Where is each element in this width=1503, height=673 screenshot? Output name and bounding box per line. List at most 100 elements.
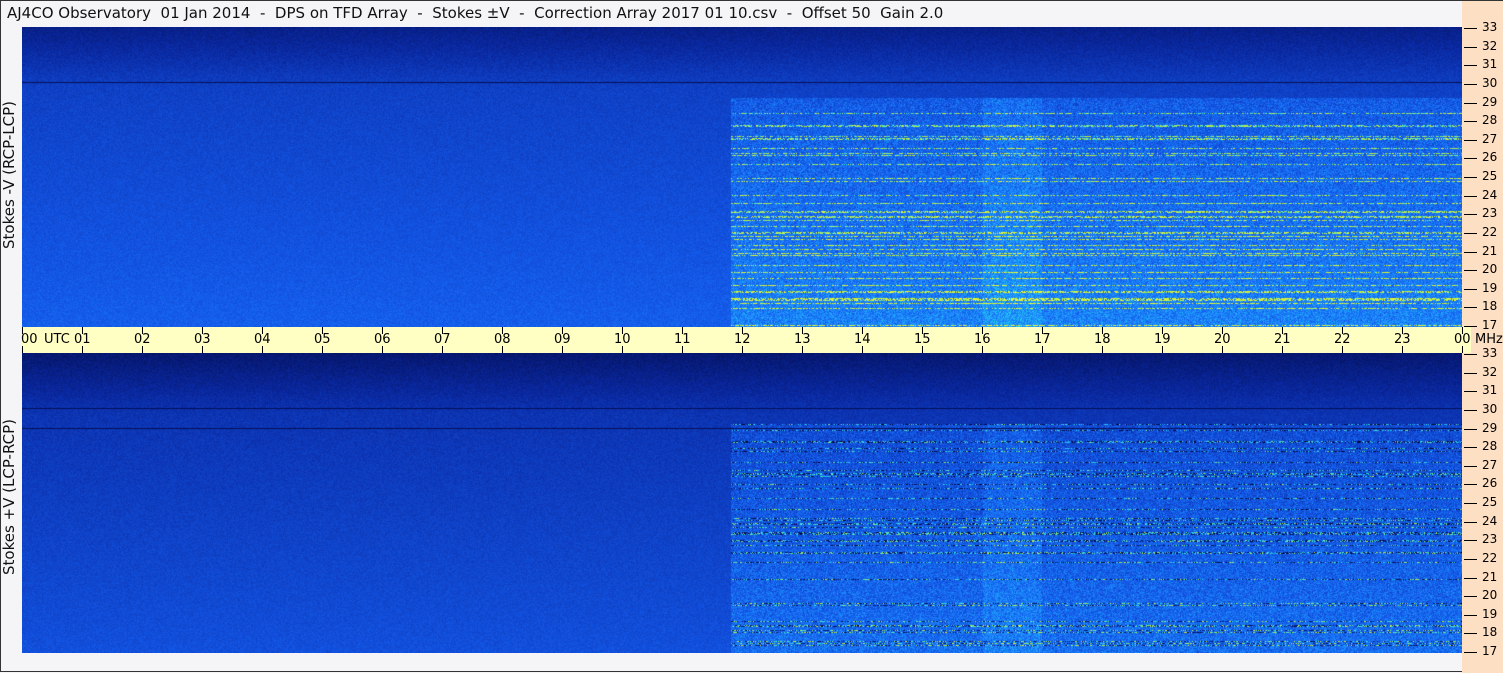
freq-tick-label: 30 (1482, 75, 1498, 90)
time-tick-label: 22 (1334, 332, 1351, 347)
freq-tick-label: 19 (1482, 280, 1498, 295)
time-tick-mark (502, 346, 503, 353)
time-tick-label: 16 (974, 332, 991, 347)
freq-tick-mark (1464, 251, 1477, 253)
freq-tick-mark (1464, 447, 1477, 449)
freq-tick-label: 25 (1482, 169, 1498, 183)
time-tick-mark (1282, 346, 1283, 353)
freq-tick-mark (1464, 232, 1477, 234)
time-tick-mark (862, 346, 863, 353)
freq-tick-mark (1464, 484, 1477, 486)
freq-tick-mark (1464, 288, 1477, 290)
freq-tick-label: 33 (1482, 346, 1498, 360)
panel-2-label: Stokes +V (LCP-RCP) (0, 419, 18, 575)
time-tick-label: 21 (1274, 332, 1291, 347)
time-tick-label: 14 (854, 332, 871, 347)
time-tick-label: 18 (1094, 332, 1111, 347)
time-tick-label: 08 (494, 332, 511, 347)
freq-tick-label: 22 (1482, 550, 1498, 565)
time-tick-mark (22, 346, 23, 353)
spectrogram-canvas-1 (22, 27, 1462, 327)
time-tick-mark (1222, 346, 1223, 353)
freq-tick-mark (1464, 428, 1477, 430)
freq-tick-mark (1464, 158, 1477, 160)
freq-tick-mark (1464, 558, 1477, 560)
spectrogram-stokes-plus-v (22, 353, 1462, 653)
time-tick-label: 17 (1034, 332, 1051, 347)
freq-tick-label: 20 (1482, 588, 1498, 603)
freq-tick-mark (1464, 503, 1477, 504)
freq-tick-label: 31 (1482, 57, 1498, 72)
freq-tick-label: 27 (1482, 457, 1498, 472)
time-tick-mark (382, 346, 383, 353)
freq-tick-mark (1464, 521, 1477, 523)
freq-tick-mark (1464, 65, 1477, 67)
freq-tick-label: 25 (1482, 495, 1498, 509)
freq-tick-label: 17 (1482, 644, 1498, 658)
freq-tick-mark (1464, 391, 1477, 393)
mhz-label: MHz (1475, 332, 1503, 347)
freq-tick-mark (1464, 596, 1477, 598)
time-tick-mark (742, 346, 743, 353)
freq-tick-label: 21 (1482, 569, 1498, 584)
freq-tick-label: 24 (1482, 187, 1498, 202)
freq-tick-mark (1464, 326, 1477, 327)
freq-tick-label: 20 (1482, 262, 1498, 277)
freq-tick-mark (1464, 83, 1477, 85)
time-tick-mark (1102, 346, 1103, 353)
time-tick-label: 10 (614, 332, 631, 347)
time-tick-label: 09 (554, 332, 571, 347)
time-tick-mark (922, 346, 923, 353)
time-tick-mark (802, 346, 803, 353)
freq-tick-label: 19 (1482, 606, 1498, 621)
freq-tick-mark (1464, 177, 1477, 178)
time-tick-label: 19 (1154, 332, 1171, 347)
freq-tick-label: 28 (1482, 439, 1498, 454)
time-tick-mark (142, 346, 143, 353)
freq-tick-label: 31 (1482, 383, 1498, 398)
freq-tick-mark (1464, 46, 1477, 48)
time-tick-mark (1342, 346, 1343, 353)
time-axis: 00 01 02 03 04 05 06 07 08 09 10 11 12 13 14 15 16 17 18 19… (21, 327, 1471, 353)
freq-tick-mark (1464, 121, 1477, 123)
time-tick-mark (682, 346, 683, 353)
time-tick-label: 15 (914, 332, 931, 347)
panel-1-label: Stokes -V (RCP-LCP) (0, 101, 18, 249)
freq-tick-mark (1464, 540, 1477, 542)
time-tick-label: 06 (374, 332, 391, 347)
time-tick-mark (1402, 346, 1403, 353)
freq-tick-label: 18 (1482, 625, 1498, 640)
time-tick-mark (1162, 346, 1163, 353)
freq-tick-label: 30 (1482, 401, 1498, 416)
time-tick-label: 03 (194, 332, 211, 347)
freq-tick-mark (1464, 465, 1477, 467)
spectrogram-canvas-2 (22, 353, 1462, 653)
time-tick-label: 20 (1214, 332, 1231, 347)
time-tick-label: 12 (734, 332, 751, 347)
time-tick-mark (562, 346, 563, 353)
freq-tick-label: 26 (1482, 476, 1498, 491)
time-tick-label: 11 (674, 332, 691, 347)
freq-tick-label: 17 (1482, 318, 1498, 332)
freq-tick-mark (1464, 270, 1477, 272)
time-tick-mark (202, 346, 203, 353)
spectrogram-stokes-minus-v (22, 27, 1462, 327)
freq-tick-label: 21 (1482, 243, 1498, 258)
freq-tick-mark (1464, 409, 1477, 411)
freq-tick-label: 18 (1482, 299, 1498, 314)
freq-tick-label: 23 (1482, 206, 1498, 221)
freq-tick-label: 29 (1482, 420, 1498, 435)
freq-tick-label: 26 (1482, 150, 1498, 165)
time-tick-mark (442, 346, 443, 353)
time-tick-mark (262, 346, 263, 353)
time-tick-label: 04 (254, 332, 271, 347)
freq-tick-label: 22 (1482, 224, 1498, 239)
freq-tick-mark (1464, 195, 1477, 197)
time-tick-mark (82, 346, 83, 353)
time-tick-label: 05 (314, 332, 331, 347)
freq-tick-mark (1464, 214, 1477, 216)
time-tick-label: 13 (794, 332, 811, 347)
time-tick-mark (1462, 346, 1463, 353)
freq-tick-mark (1464, 614, 1477, 616)
freq-tick-mark (1464, 372, 1477, 374)
